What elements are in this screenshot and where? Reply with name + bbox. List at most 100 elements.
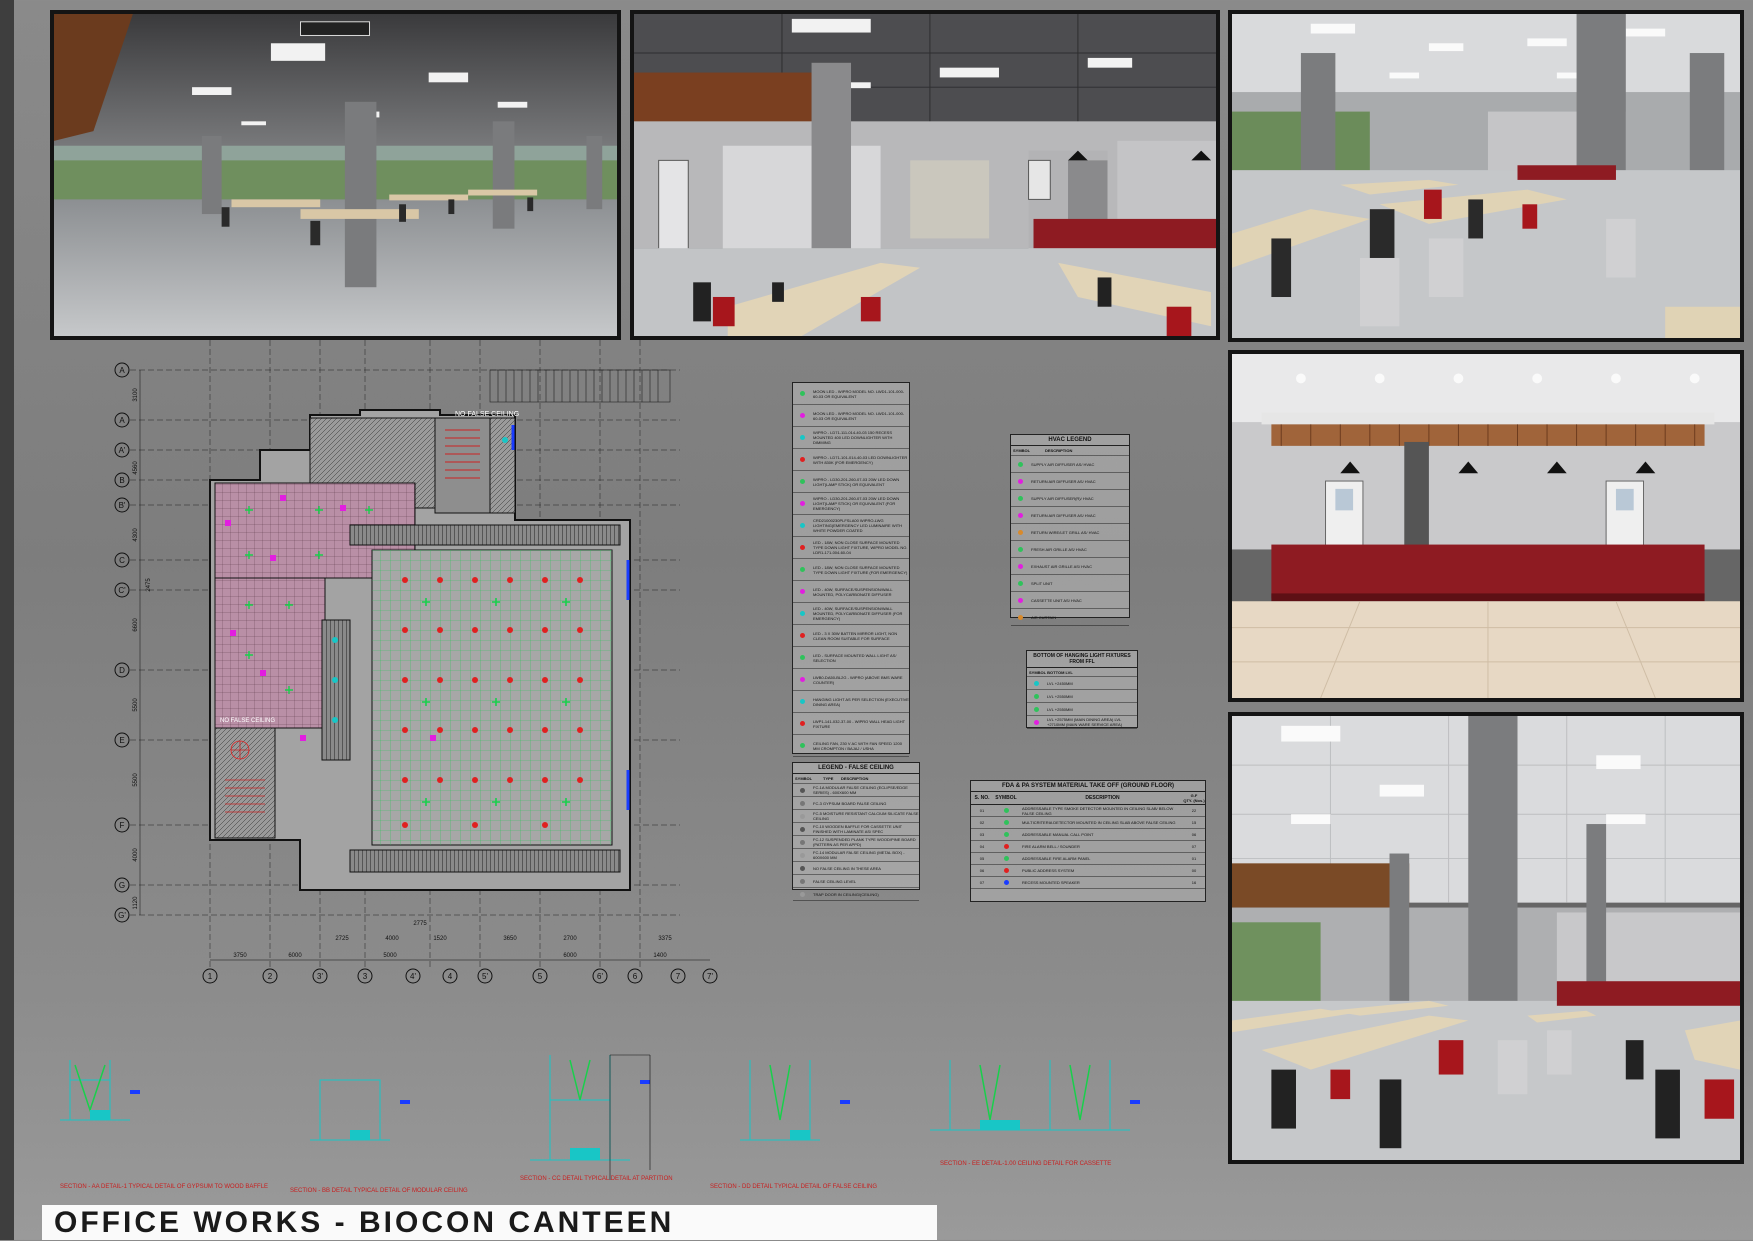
legend-symbol-icon xyxy=(793,501,811,506)
legend-symbol-icon xyxy=(793,457,811,462)
fc-header-symbol: SYMBOL xyxy=(795,776,813,781)
legend-symbol-icon xyxy=(793,545,811,550)
grid-col-bubble: 4' xyxy=(410,972,416,981)
section-detail-title: SECTION - DD DETAIL TYPICAL DETAIL OF FA… xyxy=(710,1184,877,1190)
legend-symbol-icon xyxy=(1011,512,1029,518)
fda-cell-qty: 01 xyxy=(1191,856,1197,861)
legend-row-text: WIPRO - LD30-201-260-07-03 20W LED DOWN … xyxy=(813,476,900,487)
legend-row-text: CASSETTE UNIT AS/ HVAC xyxy=(1031,597,1082,603)
legend-symbol-icon xyxy=(793,743,811,748)
legend-row-text: FRESH AIR GRILLE AS/ HVAC xyxy=(1031,546,1087,552)
legend-symbol-icon xyxy=(793,523,811,528)
dim-bottom: 6000 xyxy=(288,953,302,959)
legend-symbol-icon xyxy=(1027,719,1045,725)
hanging-legend-row: LVL +2575MM (MAIN DINING AREA) LVL +2710… xyxy=(1027,716,1137,729)
lighting-legend-row: WIPRO - LD71-111-014-40-03 150 RECESS MO… xyxy=(793,427,909,449)
dim-bottom: 2775 xyxy=(413,921,427,927)
fda-cell-qty: 15 xyxy=(1191,820,1197,825)
hvac-legend-row: AIR CURTAIN xyxy=(1011,609,1129,626)
legend-row-text: EXHAUST AIR GRILLE AS/ HVAC xyxy=(1031,563,1092,569)
grid-row-bubble: A xyxy=(119,416,125,425)
legend-symbol-icon xyxy=(793,677,811,682)
fda-cell-description: ADDRESSABLE FIRE ALARM PANEL xyxy=(1022,856,1091,861)
dim-left: 6600 xyxy=(133,618,139,632)
legend-symbol-icon xyxy=(793,633,811,638)
legend-row-text: LED - 18W, NON CLOSE SURFACE MOUNTED TYP… xyxy=(813,540,908,555)
dim-bottom: 4000 xyxy=(385,936,399,942)
fda-header-sno: S. NO. xyxy=(974,795,990,801)
legend-row-text: LWB0-DA50-BL2G - WIPRO (ABOVE BMS WARE C… xyxy=(813,674,903,685)
dim-bottom: 3375 xyxy=(658,936,672,942)
legend-row-text: LED - SURFACE MOUNTED WALL LIGHT AS/ SEL… xyxy=(813,652,897,663)
legend-symbol-icon xyxy=(1011,478,1029,484)
lighting-legend-row: LWB0-DA50-BL2G - WIPRO (ABOVE BMS WARE C… xyxy=(793,669,909,691)
dim-left: 1120 xyxy=(133,896,139,910)
legend-row-text: WIPRO - LD71-111-014-40-03 150 RECESS MO… xyxy=(813,430,893,445)
lighting-legend-row: LED - SURFACE MOUNTED WALL LIGHT AS/ SEL… xyxy=(793,647,909,669)
lighting-legend-row: LED - 40W, SURFACE/SUSPENSION/WALL MOUNT… xyxy=(793,581,909,603)
hvac-header-description: DESCRIPTION xyxy=(1045,448,1073,453)
hanging-legend-row: LVL +2550MM xyxy=(1027,690,1137,703)
legend-symbol-icon xyxy=(793,826,811,832)
grid-col-bubble: 2 xyxy=(268,972,273,981)
grid-row-bubble: D xyxy=(119,666,125,675)
dim-bottom: 2700 xyxy=(563,936,577,942)
legend-symbol-icon xyxy=(793,567,811,572)
grid-row-bubble: G' xyxy=(118,911,126,920)
fc-header-description: DESCRIPTION xyxy=(841,776,869,781)
false-ceiling-legend-row: FC-14 MODULAR FALSE CEILING (METAL BOX) … xyxy=(793,849,919,862)
dim-left: 4000 xyxy=(133,848,139,862)
legend-symbol-icon xyxy=(1027,706,1045,712)
grid-col-bubble: 7' xyxy=(707,972,713,981)
grid-row-bubble: E xyxy=(119,736,124,745)
fda-table-row: 06 PUBLIC ADDRESS SYSTEM 00 xyxy=(971,865,1205,877)
false-ceiling-legend-row: FC-12 SUSPENDED PLANK TYPE WOOD/PINE BOA… xyxy=(793,836,919,849)
hvac-legend-row: CASSETTE UNIT AS/ HVAC xyxy=(1011,592,1129,609)
fda-cell-sno: 02 xyxy=(979,820,985,825)
hvac-legend-row: FRESH AIR GRILLE AS/ HVAC xyxy=(1011,541,1129,558)
legend-symbol-icon xyxy=(793,435,811,440)
render-dining-hall-wide xyxy=(50,10,621,340)
legend-row-text: FC-12 SUSPENDED PLANK TYPE WOOD/PINE BOA… xyxy=(813,837,916,847)
fda-symbol-icon xyxy=(993,868,1019,873)
legend-symbol-icon xyxy=(1011,495,1029,501)
hanging-legend-header: SYMBOL BOTTOM LVL xyxy=(1029,669,1073,675)
dim-left: 2475 xyxy=(146,578,152,592)
grid-col-bubble: 4 xyxy=(448,972,453,981)
legend-symbol-icon xyxy=(793,413,811,418)
grid-col-bubble: 6' xyxy=(597,972,603,981)
hanging-legend-title: BOTTOM OF HANGING LIGHT FIXTURES FROM FF… xyxy=(1027,651,1137,668)
legend-row-text: LVL +2575MM (MAIN DINING AREA) LVL +2710… xyxy=(1047,717,1123,727)
false-ceiling-legend-row: TRAP DOOR IN CEILING/(CEILING) xyxy=(793,888,919,901)
legend-row-text: RETURN AIR DIFFUSER AS/ HVAC xyxy=(1031,512,1096,518)
legend-symbol-icon xyxy=(793,589,811,594)
fda-cell-description: FIRE ALARM BELL / SOUNDER xyxy=(1022,844,1080,849)
lighting-legend: MOON LED - WIPRO MODEL NO. LWD1-101-000-… xyxy=(792,382,910,757)
fda-symbol-icon xyxy=(993,820,1019,825)
grid-row-bubble: F xyxy=(120,821,125,830)
left-edge-strip xyxy=(0,0,14,1240)
legend-symbol-icon xyxy=(793,479,811,484)
legend-symbol-icon xyxy=(1011,546,1029,552)
reflected-ceiling-plan: NO FALSE CEILING NO FALSE CEILING A A A'… xyxy=(110,340,730,990)
dim-left: 4560 xyxy=(133,461,139,475)
legend-symbol-icon xyxy=(793,699,811,704)
fda-cell-sno: 04 xyxy=(979,844,985,849)
hanging-legend-rows: LVL +2450MM LVL +2550MM LVL +2550MM LVL +25… xyxy=(1027,677,1137,729)
legend-symbol-icon xyxy=(793,891,811,897)
grid-col-bubble: 3 xyxy=(363,972,368,981)
legend-row-text: AIR CURTAIN xyxy=(1031,614,1057,620)
grid-col-bubble: 5' xyxy=(482,972,488,981)
legend-row-text: LVL +2550MM xyxy=(1047,706,1073,712)
legend-row-text: WIPRO - LD30-201-260-07-03 20W LED DOWN … xyxy=(813,496,900,511)
lighting-legend-row: WIPRO - LD71-101-014-40-03 LED DOWNLIGHT… xyxy=(793,449,909,471)
hvac-legend-row: SPLIT UNIT xyxy=(1011,575,1129,592)
plan-label-no-false-ceiling-top: NO FALSE CEILING xyxy=(455,411,519,418)
legend-symbol-icon xyxy=(1011,461,1029,467)
fda-cell-sno: 05 xyxy=(979,856,985,861)
lighting-legend-row: HANGING LIGHT AS PER SELECTION (EXECUTIV… xyxy=(793,691,909,713)
hvac-header-symbol: SYMBOL xyxy=(1013,448,1031,453)
false-ceiling-legend-row: FC-3 GYPSUM BOARD FALSE CEILING xyxy=(793,797,919,810)
legend-symbol-icon xyxy=(1011,597,1029,603)
fda-table-row: 02 MULTICRITERIA DETECTOR MOUNTED IN CEIL… xyxy=(971,817,1205,829)
